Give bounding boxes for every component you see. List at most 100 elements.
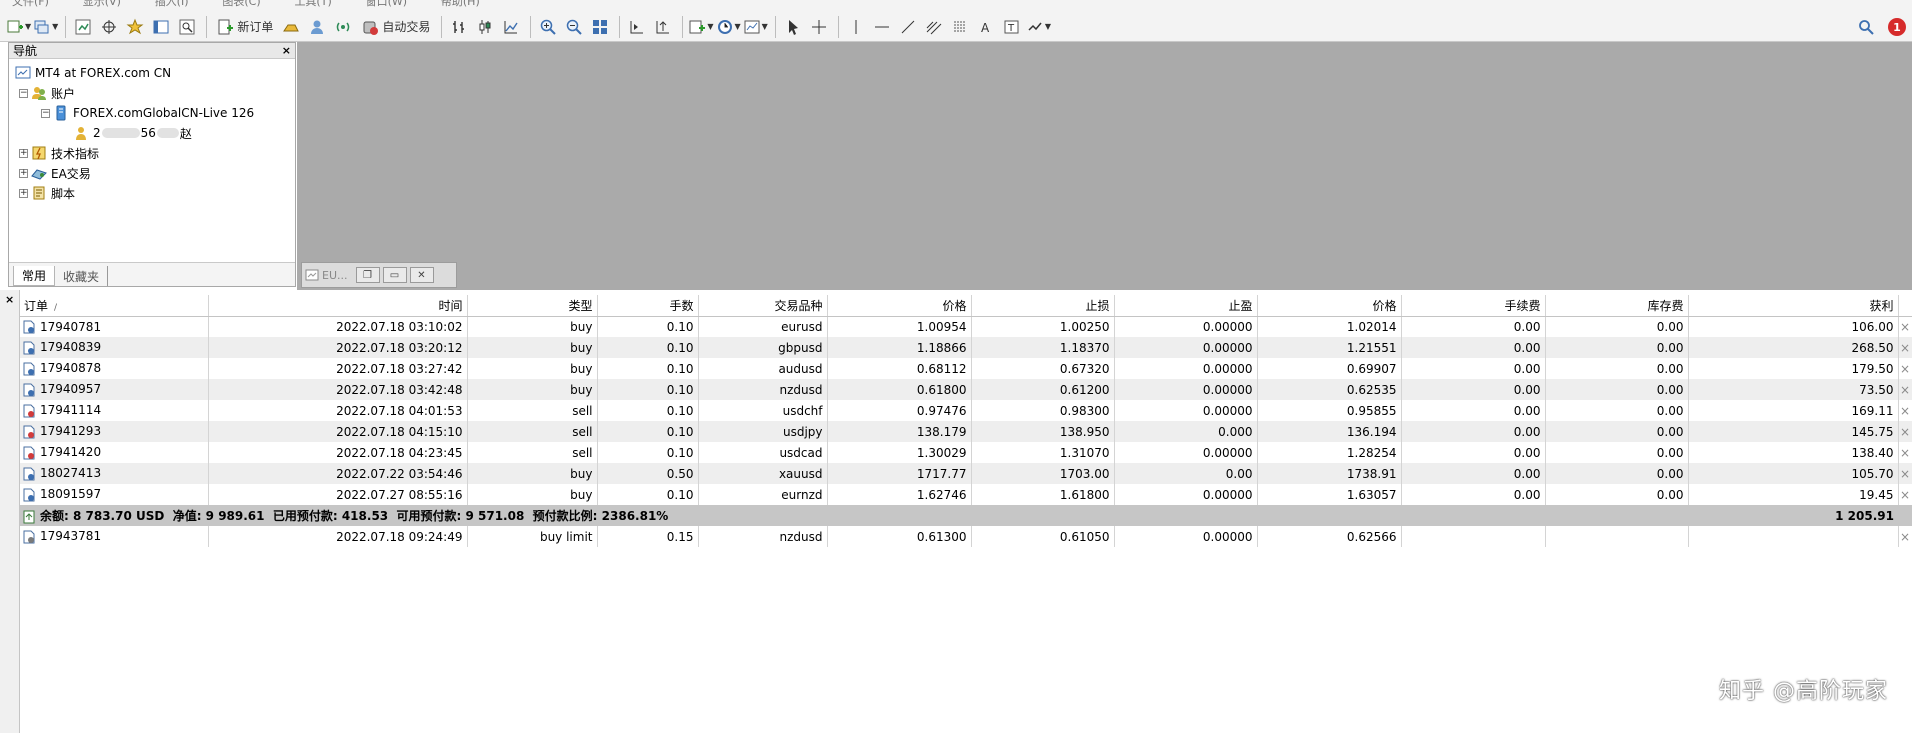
column-symbol[interactable]: 交易品种 [698, 295, 828, 317]
collapse-icon[interactable]: − [41, 108, 50, 118]
cursor-button[interactable] [781, 15, 805, 39]
column-price[interactable]: 价格 [827, 295, 972, 317]
tree-item-account[interactable]: 2 56 赵 [9, 123, 295, 143]
market-button[interactable] [331, 15, 355, 39]
candlestick-button[interactable] [473, 15, 497, 39]
auto-trading-button[interactable]: 自动交易 [357, 15, 434, 39]
tester-button[interactable] [175, 15, 199, 39]
tab-common[interactable]: 常用 [13, 266, 56, 286]
table-row[interactable]: 17940878 2022.07.18 03:27:42 buy 0.10 audusd… [20, 358, 1912, 379]
pending-order-row[interactable]: 17943781 2022.07.18 09:24:49 buy limit 0.15… [20, 526, 1912, 547]
bar-chart-button[interactable] [447, 15, 471, 39]
market-watch-button[interactable] [71, 15, 95, 39]
close-order-icon[interactable]: × [1898, 400, 1912, 421]
table-row[interactable]: 17941293 2022.07.18 04:15:10 sell 0.10 usdjp… [20, 421, 1912, 442]
maximize-button[interactable]: ▭ [382, 267, 407, 283]
crosshair-button[interactable] [807, 15, 831, 39]
menu-insert[interactable]: 插入(I) [155, 0, 189, 8]
bar-chart-icon [453, 20, 465, 33]
menu-tools[interactable]: 工具(T) [294, 0, 331, 8]
search-button[interactable] [1854, 15, 1878, 39]
buy-order-icon [23, 383, 35, 397]
table-row[interactable]: 18091597 2022.07.27 08:55:16 buy 0.10 eurnzd… [20, 484, 1912, 505]
column-type[interactable]: 类型 [467, 295, 598, 317]
menu-help[interactable]: 帮助(H) [441, 0, 480, 8]
new-chart-button[interactable]: ▼ [6, 15, 31, 39]
table-row[interactable]: 18027413 2022.07.22 03:54:46 buy 0.50 xauusd… [20, 463, 1912, 484]
expand-icon[interactable]: + [19, 148, 28, 158]
text-button[interactable]: A [974, 15, 998, 39]
close-order-icon[interactable]: × [1898, 337, 1912, 358]
close-order-icon[interactable]: × [1898, 442, 1912, 463]
chart-shift-button[interactable] [625, 15, 649, 39]
table-row[interactable]: 17940957 2022.07.18 03:42:48 buy 0.10 nzdusd… [20, 379, 1912, 400]
close-order-icon[interactable]: × [1898, 463, 1912, 484]
close-window-button[interactable]: ✕ [409, 267, 434, 283]
periods-button[interactable]: ▼ [716, 15, 741, 39]
column-commission[interactable]: 手续费 [1401, 295, 1546, 317]
arrows-button[interactable]: ▼ [1026, 15, 1051, 39]
profiles-button[interactable]: ▼ [33, 15, 58, 39]
zoom-in-button[interactable] [536, 15, 560, 39]
column-time[interactable]: 时间 [208, 295, 468, 317]
table-row[interactable]: 17940839 2022.07.18 03:20:12 buy 0.10 gbpusd… [20, 337, 1912, 358]
close-order-icon[interactable]: × [1898, 379, 1912, 400]
data-window-button[interactable] [97, 15, 121, 39]
gold-button[interactable] [279, 15, 303, 39]
table-row[interactable]: 17941114 2022.07.18 04:01:53 sell 0.10 usdch… [20, 400, 1912, 421]
close-icon[interactable]: × [5, 293, 14, 306]
close-order-icon[interactable]: × [1898, 421, 1912, 442]
menu-file[interactable]: 文件(F) [12, 0, 49, 8]
close-order-icon[interactable]: × [1898, 316, 1912, 337]
menu-charts[interactable]: 图表(C) [222, 0, 260, 8]
tab-favorites[interactable]: 收藏夹 [55, 266, 109, 286]
trendline-button[interactable] [896, 15, 920, 39]
restore-button[interactable]: ❐ [355, 267, 380, 283]
column-profit[interactable]: 获利 [1688, 295, 1899, 317]
collapse-icon[interactable]: − [19, 88, 28, 98]
chart-workspace[interactable] [297, 42, 1912, 290]
horizontal-line-button[interactable] [870, 15, 894, 39]
templates-button[interactable]: ▼ [743, 15, 768, 39]
tree-item-root[interactable]: MT4 at FOREX.com CN [9, 63, 295, 83]
menu-view[interactable]: 显示(V) [83, 0, 121, 8]
text-label-button[interactable]: T [1000, 15, 1024, 39]
autoscroll-button[interactable] [651, 15, 675, 39]
column-swap[interactable]: 库存费 [1545, 295, 1689, 317]
zoom-out-button[interactable] [562, 15, 586, 39]
tile-windows-button[interactable] [588, 15, 612, 39]
table-row[interactable]: 17941420 2022.07.18 04:23:45 sell 0.10 usdca… [20, 442, 1912, 463]
close-order-icon[interactable]: × [1898, 358, 1912, 379]
notification-badge[interactable]: 1 [1888, 18, 1906, 36]
table-row[interactable]: 17940781 2022.07.18 03:10:02 buy 0.10 eurusd… [20, 316, 1912, 337]
tree-item-indicators[interactable]: + 技术指标 [9, 143, 295, 163]
close-order-icon[interactable]: × [1898, 484, 1912, 505]
minimized-chart-window[interactable]: EU... ❐ ▭ ✕ [301, 262, 457, 288]
column-take-profit[interactable]: 止盈 [1114, 295, 1258, 317]
line-chart-button[interactable] [499, 15, 523, 39]
column-lots[interactable]: 手数 [597, 295, 699, 317]
menu-window[interactable]: 窗口(W) [366, 0, 407, 8]
signals-button[interactable] [305, 15, 329, 39]
vertical-line-button[interactable] [844, 15, 868, 39]
fibonacci-button[interactable] [948, 15, 972, 39]
cell-take-profit: 0.00000 [1114, 526, 1258, 547]
channel-button[interactable] [922, 15, 946, 39]
terminal-button[interactable] [149, 15, 173, 39]
new-order-button[interactable]: 新订单 [212, 15, 277, 39]
close-order-icon[interactable]: × [1898, 526, 1912, 547]
account-mid: 56 [140, 126, 156, 140]
tree-item-scripts[interactable]: + 脚本 [9, 183, 295, 203]
tree-item-server[interactable]: − FOREX.comGlobalCN-Live 126 [9, 103, 295, 123]
close-icon[interactable]: × [282, 44, 291, 57]
tree-item-experts[interactable]: + EA交易 [9, 163, 295, 183]
expand-icon[interactable]: + [19, 168, 28, 178]
column-stop-loss[interactable]: 止损 [971, 295, 1115, 317]
column-order[interactable]: 订单 / [20, 295, 209, 317]
column-current-price[interactable]: 价格 [1257, 295, 1402, 317]
navigator-button[interactable] [123, 15, 147, 39]
expand-icon[interactable]: + [19, 188, 28, 198]
cell-commission: 0.00 [1401, 358, 1546, 379]
tree-item-accounts[interactable]: − 账户 [9, 83, 295, 103]
indicators-button[interactable]: ▼ [688, 15, 714, 39]
